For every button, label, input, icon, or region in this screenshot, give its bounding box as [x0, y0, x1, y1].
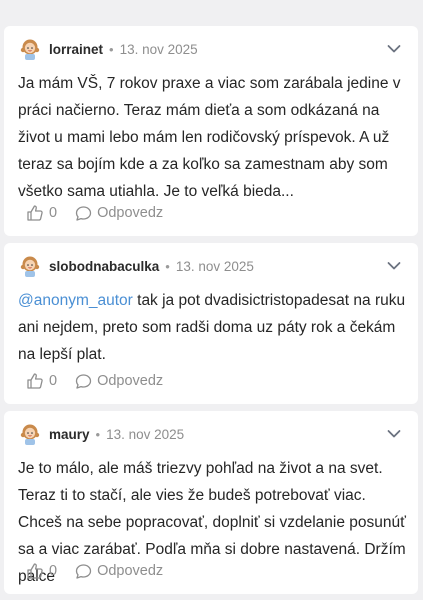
like-count: 0	[49, 563, 58, 579]
separator-dot: •	[109, 41, 114, 57]
separator-dot: •	[95, 426, 101, 442]
comment-username[interactable]: maury	[49, 427, 90, 442]
comment-text: Ja mám VŠ, 7 rokov praxe a viac som zará…	[18, 75, 401, 200]
chevron-down-icon[interactable]	[384, 424, 404, 444]
comment-actions: 0 Odpovedz	[26, 202, 163, 224]
comment-card: lorrainet • 13. nov 2025 Ja mám VŠ, 7 ro…	[4, 26, 418, 236]
reply-button[interactable]: Odpovedz	[97, 205, 163, 221]
separator-dot: •	[165, 258, 170, 274]
thumbs-up-icon[interactable]	[26, 372, 44, 390]
user-mention-link[interactable]: @anonym_autor	[18, 292, 133, 309]
comment-card: maury • 13. nov 2025 Je to málo, ale máš…	[4, 411, 418, 594]
reply-button[interactable]: Odpovedz	[97, 563, 163, 579]
comment-date: 13. nov 2025	[119, 41, 198, 57]
speech-bubble-icon[interactable]	[75, 373, 92, 390]
chevron-down-icon[interactable]	[384, 256, 404, 276]
avatar-icon[interactable]	[18, 254, 42, 278]
comment-text: @anonym_autor tak ja pot dvadisictristop…	[18, 287, 406, 368]
like-count: 0	[49, 373, 58, 389]
comment-header: slobodnabaculka • 13. nov 2025	[18, 253, 404, 279]
chevron-down-icon[interactable]	[384, 39, 404, 59]
thumbs-up-icon[interactable]	[26, 562, 44, 580]
comment-header: lorrainet • 13. nov 2025	[18, 36, 404, 62]
avatar-icon[interactable]	[18, 37, 42, 61]
reply-button[interactable]: Odpovedz	[97, 373, 163, 389]
speech-bubble-icon[interactable]	[75, 563, 92, 580]
avatar-icon[interactable]	[18, 422, 42, 446]
comment-username[interactable]: slobodnabaculka	[49, 259, 159, 274]
comment-date: 13. nov 2025	[175, 258, 254, 274]
comment-actions: 0 Odpovedz	[26, 560, 163, 582]
comment-card: slobodnabaculka • 13. nov 2025 @anonym_a…	[4, 243, 418, 404]
comment-username[interactable]: lorrainet	[49, 42, 103, 57]
comment-date: 13. nov 2025	[106, 426, 185, 442]
like-count: 0	[49, 205, 58, 221]
thumbs-up-icon[interactable]	[26, 204, 44, 222]
comment-header: maury • 13. nov 2025	[18, 421, 404, 447]
speech-bubble-icon[interactable]	[75, 205, 92, 222]
comment-actions: 0 Odpovedz	[26, 370, 163, 392]
